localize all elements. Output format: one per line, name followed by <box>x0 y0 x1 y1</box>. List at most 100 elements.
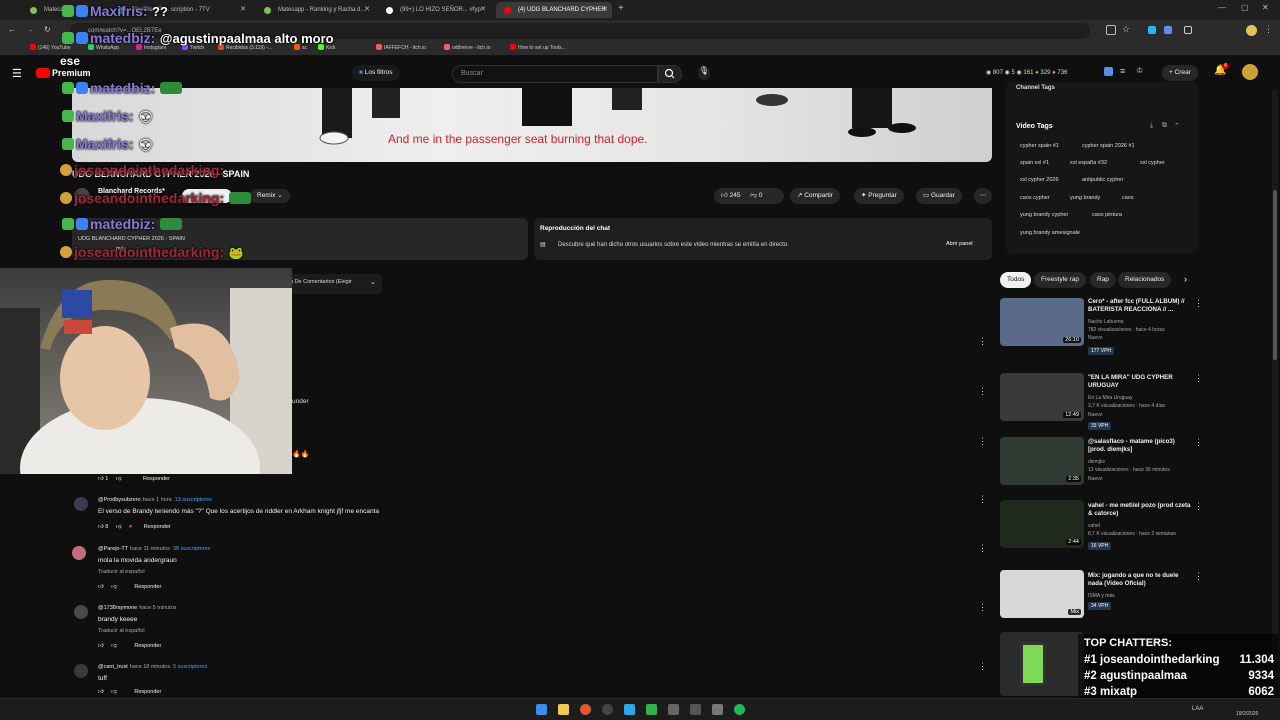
create-button[interactable]: + Crear <box>1162 65 1198 81</box>
reply-button[interactable]: Responder <box>134 584 161 590</box>
video-tag[interactable]: cypher spain #1 <box>1020 143 1059 149</box>
translate-link[interactable]: Traducir al español <box>98 628 145 634</box>
dislike-icon[interactable]: 👎︎ <box>111 689 117 695</box>
dislike-icon[interactable]: 👎︎ <box>111 584 117 590</box>
reply-button[interactable]: Responder <box>143 476 170 482</box>
chrome-icon[interactable] <box>580 704 591 715</box>
video-player[interactable]: And me in the passenger seat burning tha… <box>72 88 992 162</box>
recommendation-thumbnail[interactable]: 2:35 <box>1000 437 1084 485</box>
video-tag[interactable]: yung brandy amesignale <box>1020 230 1080 236</box>
more-actions-button[interactable]: ⋯ <box>974 188 992 204</box>
like-icon[interactable]: 👍︎ <box>98 476 104 482</box>
close-icon[interactable]: ✕ <box>480 2 486 18</box>
clock-date[interactable]: 19/2/2026 <box>1236 711 1258 717</box>
recommendation-thumbnail[interactable]: 2:44 <box>1000 500 1084 548</box>
comment-author[interactable]: @cant_trust hace 18 minutos 5 suscriptores <box>98 664 207 670</box>
recommendation-thumbnail[interactable]: 26:10 <box>1000 298 1084 346</box>
trophy-icon[interactable]: ♔ <box>1136 66 1143 75</box>
chip-freestyle-rap[interactable]: Freestyle rap <box>1034 272 1086 288</box>
new-tab-icon[interactable]: + <box>618 3 624 14</box>
list-icon[interactable]: ≡ <box>1120 66 1125 76</box>
recommendation-thumbnail[interactable]: 12:49 <box>1000 373 1084 421</box>
extension-icon[interactable] <box>1104 67 1113 76</box>
scrollbar-thumb[interactable] <box>1273 190 1277 360</box>
like-icon[interactable]: 👍︎ <box>98 524 104 530</box>
file-explorer-icon[interactable] <box>558 704 569 715</box>
reply-button[interactable]: Responder <box>144 524 171 530</box>
close-window-icon[interactable]: ✕ <box>1262 3 1269 12</box>
browser-tab-active[interactable]: (4) UDG BLANCHARD CYPHER ✕ <box>496 2 612 18</box>
video-tag[interactable]: xxl cypher 2026 <box>1020 177 1059 183</box>
recommendation-title[interactable]: @salasflaco - matame (pico3) [prod. diem… <box>1088 438 1192 454</box>
recommendation-channel[interactable]: diemjks <box>1088 458 1105 466</box>
video-tag[interactable]: xxl cypher <box>1140 160 1165 166</box>
recommendation-thumbnail[interactable] <box>1000 632 1084 696</box>
extension-icon[interactable] <box>1184 26 1192 34</box>
like-icon[interactable]: 👍︎ <box>721 192 730 199</box>
commenter-avatar[interactable] <box>74 497 88 511</box>
video-tag[interactable]: xxl españa #32 <box>1070 160 1107 166</box>
comment-menu-icon[interactable]: ⋮ <box>978 544 987 553</box>
recommendation-channel[interactable]: En La Mira Uruguay <box>1088 394 1132 402</box>
recommendation-menu-icon[interactable]: ⋮ <box>1194 374 1203 383</box>
recommendation-title[interactable]: Mix: jugando a que no te duele nada (Vid… <box>1088 572 1192 588</box>
comment-menu-icon[interactable]: ⋮ <box>978 603 987 612</box>
commenter-avatar[interactable] <box>74 605 88 619</box>
recommendation-title[interactable]: Cero* - after fcc (FULL ALBUM) // BATERI… <box>1088 298 1192 314</box>
like-icon[interactable]: 👍︎ <box>98 643 104 649</box>
translate-link[interactable]: Traducir al español <box>98 569 145 575</box>
reply-button[interactable]: Responder <box>134 643 161 649</box>
microphone-icon[interactable]: 🎙 <box>698 66 710 80</box>
browser-tab[interactable]: Matecapp - Ranking y Racha d... ✕ <box>256 2 374 18</box>
remix-button[interactable]: Remix ⌄ <box>250 189 290 203</box>
comment-menu-icon[interactable]: ⋮ <box>978 495 987 504</box>
forward-icon[interactable]: → <box>26 25 34 34</box>
recommendation-menu-icon[interactable]: ⋮ <box>1194 299 1203 308</box>
cast-icon[interactable] <box>1106 25 1116 35</box>
search-button[interactable] <box>658 65 682 83</box>
bookmark-item[interactable]: IAFFEFCH - itch.io <box>376 44 426 51</box>
bookmark-item[interactable]: oddnerve - itch.io <box>444 44 490 51</box>
filters-button[interactable]: ■ Los filtros <box>352 65 400 81</box>
telegram-icon[interactable] <box>624 704 635 715</box>
comment-menu-icon[interactable]: ⋮ <box>978 387 987 396</box>
star-icon[interactable]: ☆ <box>1122 24 1130 35</box>
video-tag[interactable]: caos <box>1122 195 1134 201</box>
video-tag[interactable]: spain xxl #1 <box>1020 160 1049 166</box>
recommendation-menu-icon[interactable]: ⋮ <box>1194 438 1203 447</box>
recommendation-channel[interactable]: ISMA y más <box>1088 592 1115 600</box>
download-icon[interactable]: ⤓ <box>1150 122 1153 130</box>
recommendation-title[interactable]: "EN LA MIRA" UDG CYPHER URUGUAY <box>1088 374 1192 390</box>
profile-avatar[interactable] <box>1246 25 1257 36</box>
comment-menu-icon[interactable]: ⋮ <box>978 662 987 671</box>
hamburger-menu-icon[interactable]: ☰ <box>12 67 22 80</box>
like-icon[interactable]: 👍︎ <box>98 584 104 590</box>
dislike-icon[interactable]: 👎︎ <box>116 524 122 530</box>
recommendation-title[interactable]: vahel - me meti/el pozo (prod czeta & ca… <box>1088 502 1192 518</box>
close-icon[interactable]: ✕ <box>240 2 246 18</box>
comment-author[interactable]: @1738raymone hace 5 minutos <box>98 605 177 611</box>
recommendation-channel[interactable]: vahel <box>1088 522 1100 530</box>
video-tag[interactable]: cypher spain 2026 #1 <box>1082 143 1135 149</box>
reply-button[interactable]: Responder <box>134 689 161 695</box>
video-tag[interactable]: caos cypher <box>1020 195 1050 201</box>
commenter-avatar[interactable] <box>74 664 88 678</box>
share-button[interactable]: ↗ Compartir <box>790 188 840 204</box>
comment-menu-icon[interactable]: ⋮ <box>978 337 987 346</box>
comment-sort-dropdown[interactable]: a De Comentarios (Elegir ⌄ <box>288 274 382 294</box>
dislike-icon[interactable]: 👎︎ <box>750 192 758 199</box>
spotify-icon[interactable] <box>734 704 745 715</box>
close-icon[interactable]: ✕ <box>602 2 608 18</box>
account-avatar[interactable] <box>1242 64 1258 80</box>
start-menu-icon[interactable] <box>536 704 547 715</box>
close-icon[interactable]: ✕ <box>364 2 370 18</box>
video-tag[interactable]: antipublic cypher <box>1082 177 1123 183</box>
comment-menu-icon[interactable]: ⋮ <box>978 437 987 446</box>
app-icon[interactable] <box>712 704 723 715</box>
obs-icon[interactable] <box>602 704 613 715</box>
comment-author[interactable]: @Prodbysubzero hace 1 hora 13 suscriptores <box>98 497 212 503</box>
video-tag[interactable]: yung brandy cypher <box>1020 212 1068 218</box>
like-icon[interactable]: 👍︎ <box>98 689 104 695</box>
recommendation-channel[interactable]: Nacho Lahuerta <box>1088 318 1124 326</box>
bookmark-item[interactable]: How to set up Tools... <box>510 44 566 51</box>
